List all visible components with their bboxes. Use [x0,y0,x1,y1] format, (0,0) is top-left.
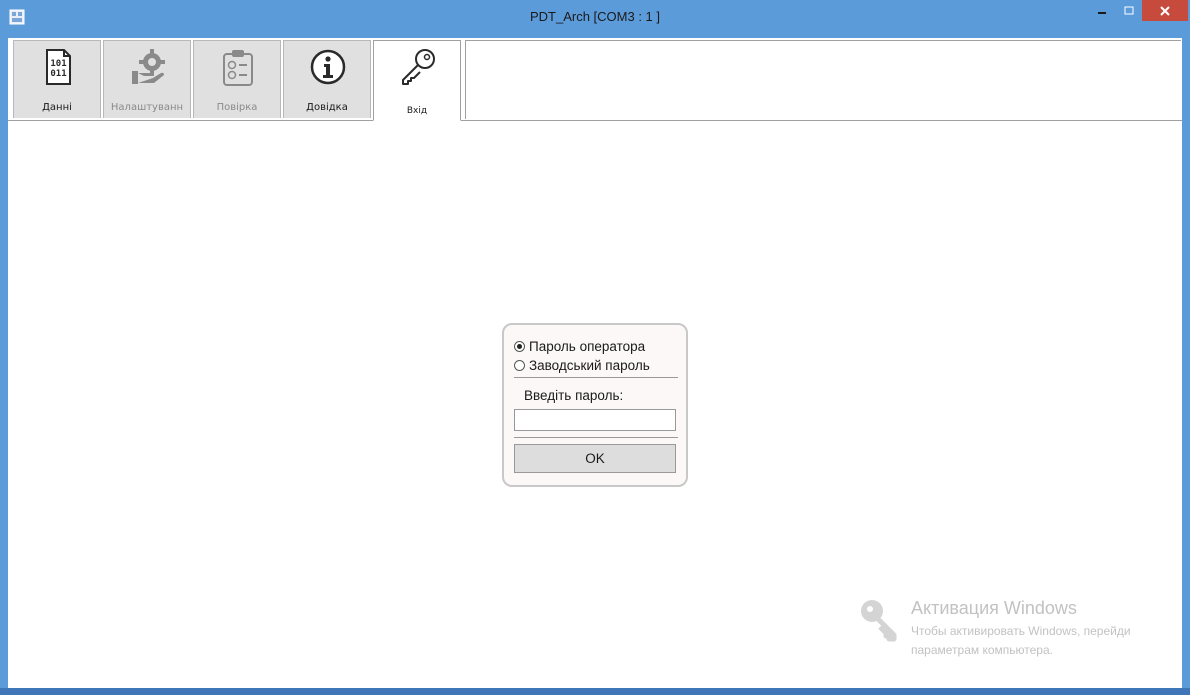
tab-settings-label: Налаштуванн [110,102,184,113]
factory-password-label: Заводський пароль [529,357,650,373]
factory-password-option[interactable]: Заводський пароль [514,356,650,374]
tab-verification[interactable]: Повірка [193,40,281,118]
binary-file-icon: 101 011 [46,49,71,85]
watermark-line: параметрам компьютера. [911,643,1053,657]
radio-unselected[interactable] [514,359,525,371]
key-icon [861,600,897,642]
tab-settings[interactable]: Налаштуванн [103,40,191,118]
window-title: PDT_Arch [COM3 : 1 ] [529,9,661,24]
client-area: 101 011 Данні Налаштуванн Повірка Довідк… [8,38,1182,688]
tab-verification-label: Повірка [216,102,258,113]
login-panel: Пароль оператора Заводський пароль Введі… [502,323,688,487]
minimize-button[interactable] [1088,0,1115,21]
tab-data-label: Данні [42,102,72,113]
tab-login-label: Вхід [406,106,428,116]
radio-selected[interactable] [514,340,525,352]
divider [514,377,678,378]
tab-help[interactable]: Довідка [283,40,371,118]
watermark-line: Чтобы активировать Windows, перейди [911,624,1131,638]
checklist-icon [223,50,253,86]
operator-password-label: Пароль оператора [529,338,646,354]
window-bottom-border [0,688,1190,695]
title-bar[interactable]: PDT_Arch [COM3 : 1 ] [0,0,1190,38]
gear-hand-icon [132,49,165,84]
svg-text:101: 101 [50,59,66,69]
password-input[interactable] [514,409,676,431]
tab-login[interactable]: Вхід [373,40,461,121]
ribbon-toolbar: 101 011 Данні Налаштуванн Повірка Довідк… [8,38,1182,121]
app-window: PDT_Arch [COM3 : 1 ] 101 011 Данні Налаш… [0,0,1190,695]
operator-password-option[interactable]: Пароль оператора [514,337,645,355]
password-prompt: Введіть пароль: [524,388,624,403]
maximize-button[interactable] [1115,0,1142,21]
activation-watermark: Активация Windows Чтобы активировать Win… [858,593,1182,673]
divider [514,437,678,438]
ok-button[interactable]: OK [514,444,676,473]
key-icon [402,49,435,85]
maximize-icon [1124,6,1133,14]
tab-data[interactable]: 101 011 Данні [13,40,101,118]
ribbon-content-area [465,40,1181,119]
watermark-title: Активация Windows [911,598,1077,618]
tab-help-label: Довідка [306,102,348,113]
close-icon [1160,5,1170,16]
info-icon [310,49,346,85]
minimize-icon [1097,11,1106,14]
svg-text:011: 011 [50,69,66,79]
close-button[interactable] [1142,0,1188,21]
